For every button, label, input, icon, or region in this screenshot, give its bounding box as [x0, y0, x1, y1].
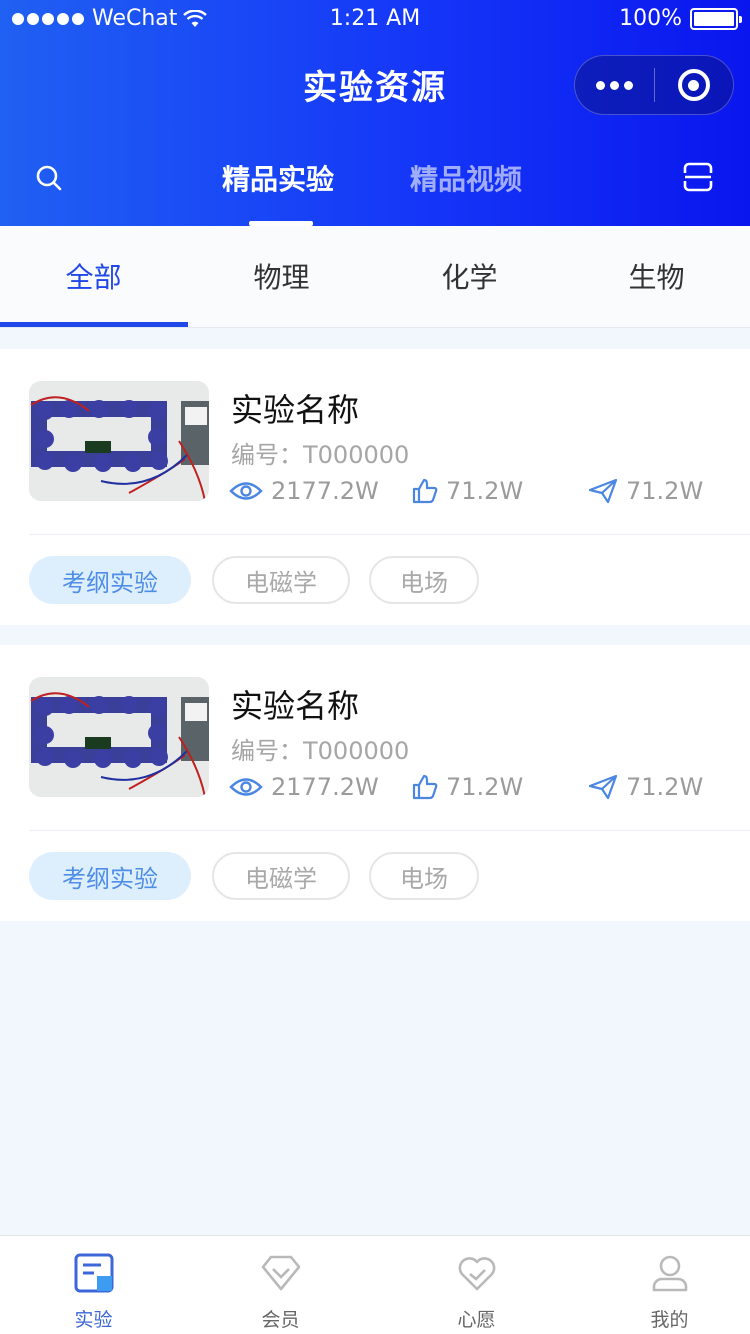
tag-electric-field[interactable]: 电场	[369, 852, 479, 900]
experiment-card[interactable]: 实验名称 编号：T000000 2177.2W 71.2W 71.2W 考纲实验…	[0, 349, 750, 625]
category-tab-chemistry[interactable]: 化学	[376, 226, 563, 326]
send-icon	[588, 478, 618, 504]
tag-electromagnetism[interactable]: 电磁学	[212, 852, 350, 900]
tab-featured-videos[interactable]: 精品视频	[410, 158, 522, 198]
tabbar-item-member[interactable]: 会员	[187, 1236, 374, 1334]
experiment-code: 编号：T000000	[231, 441, 410, 469]
like-count: 71.2W	[412, 773, 523, 801]
view-count: 2177.2W	[229, 477, 379, 505]
share-count-value: 71.2W	[626, 477, 704, 505]
experiment-title: 实验名称	[231, 687, 360, 725]
thumb-up-icon	[412, 478, 438, 504]
tab-featured-experiments[interactable]: 精品实验	[222, 158, 334, 198]
miniprogram-capsule	[574, 55, 734, 115]
more-icon[interactable]	[575, 56, 654, 114]
target-icon[interactable]	[655, 56, 734, 114]
bottom-tab-bar: 实验 会员 心愿 我的	[0, 1235, 750, 1334]
person-icon	[652, 1255, 687, 1292]
tabbar-label: 心愿	[457, 1309, 496, 1331]
heart-icon	[458, 1257, 495, 1291]
eye-icon	[229, 482, 263, 500]
experiment-thumbnail	[29, 677, 209, 797]
category-tab-biology[interactable]: 生物	[563, 226, 750, 326]
view-count: 2177.2W	[229, 773, 379, 801]
view-count-value: 2177.2W	[271, 477, 379, 505]
share-count: 71.2W	[588, 477, 703, 505]
category-tab-all[interactable]: 全部	[0, 226, 187, 326]
tabbar-label: 我的	[650, 1309, 689, 1331]
eye-icon	[229, 778, 263, 796]
share-count-value: 71.2W	[626, 773, 704, 801]
header: WeChat 1:21 AM 100% 实验资源 精品实验 精品视频	[0, 0, 750, 226]
view-count-value: 2177.2W	[271, 773, 379, 801]
tag-exam-experiment[interactable]: 考纲实验	[29, 556, 191, 604]
search-icon[interactable]	[34, 163, 64, 193]
share-count: 71.2W	[588, 773, 703, 801]
status-bar: WeChat 1:21 AM 100%	[0, 0, 750, 40]
battery-percent: 100%	[619, 6, 682, 31]
tag-electric-field[interactable]: 电场	[369, 556, 479, 604]
experiment-thumbnail	[29, 381, 209, 501]
category-tab-physics[interactable]: 物理	[188, 226, 375, 326]
category-active-indicator	[0, 322, 188, 327]
thumb-up-icon	[412, 774, 438, 800]
tabbar-item-wish[interactable]: 心愿	[383, 1236, 570, 1334]
experiment-card[interactable]: 实验名称 编号：T000000 2177.2W 71.2W 71.2W 考纲实验…	[0, 645, 750, 921]
like-count-value: 71.2W	[446, 773, 524, 801]
tabbar-label: 实验	[74, 1309, 113, 1331]
tabbar-label: 会员	[261, 1309, 300, 1331]
tag-exam-experiment[interactable]: 考纲实验	[29, 852, 191, 900]
experiment-code: 编号：T000000	[231, 737, 410, 765]
tabbar-item-experiment[interactable]: 实验	[0, 1236, 187, 1334]
send-icon	[588, 774, 618, 800]
battery-icon	[690, 7, 742, 30]
experiment-title: 实验名称	[231, 391, 360, 429]
like-count: 71.2W	[412, 477, 523, 505]
diamond-icon	[261, 1255, 300, 1291]
scan-icon[interactable]	[682, 162, 714, 192]
category-tabs: 全部 物理 化学 生物	[0, 226, 750, 328]
tag-electromagnetism[interactable]: 电磁学	[212, 556, 350, 604]
like-count-value: 71.2W	[446, 477, 524, 505]
experiment-icon	[74, 1253, 113, 1293]
tabbar-item-mine[interactable]: 我的	[576, 1236, 750, 1334]
